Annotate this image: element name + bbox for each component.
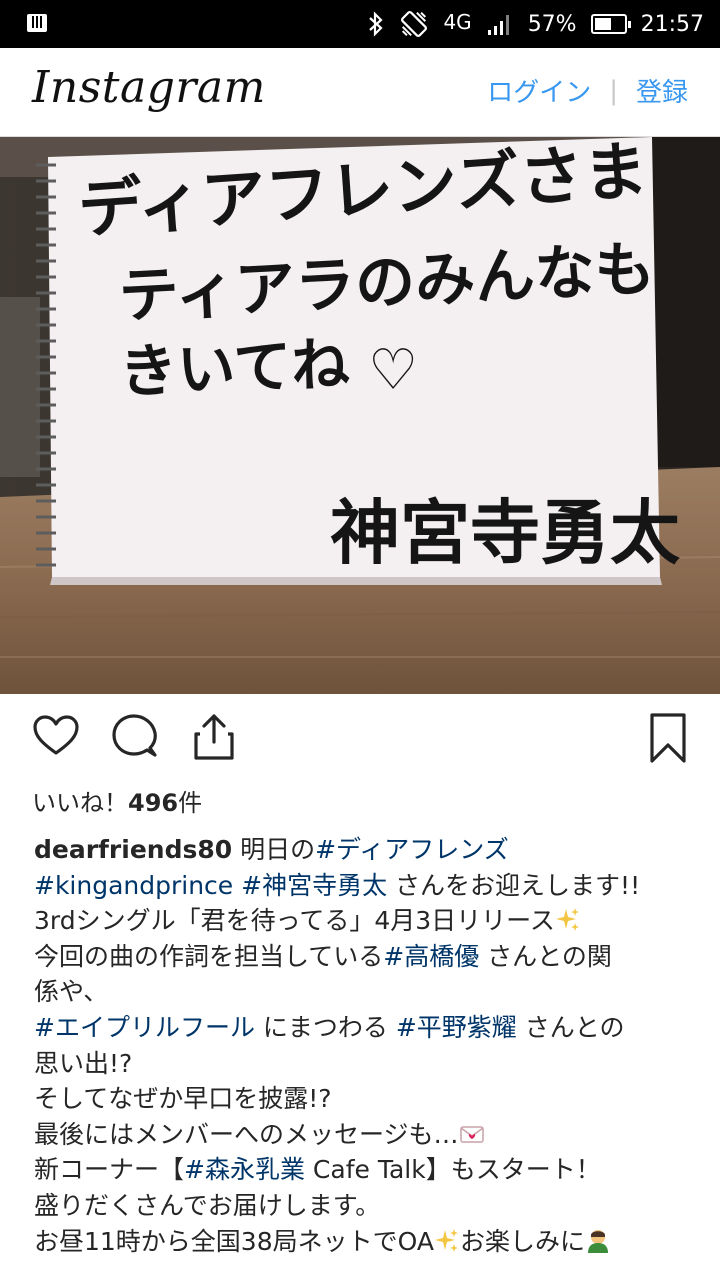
caption-text: さんをお迎えします!! (387, 870, 641, 900)
battery-percent: 57% (527, 11, 577, 37)
caption-text: お楽しみに (459, 1226, 585, 1256)
post-caption: dearfriends80 明日の#ディアフレンズ #kingandprince… (34, 832, 694, 1259)
instagram-logo[interactable]: Instagram (32, 62, 266, 113)
battery-icon (590, 14, 631, 34)
caption-text: Cafe Talk】もスタート！ (304, 1155, 601, 1185)
heart-icon[interactable] (32, 712, 82, 762)
caption-username[interactable]: dearfriends80 (34, 835, 232, 864)
caption-text: 今回の曲の作詞を担当している (34, 941, 384, 971)
man-bowing-emoji (587, 1229, 608, 1253)
bookmark-icon[interactable] (644, 712, 694, 763)
likes-label: いいね！ (32, 789, 128, 817)
app-header: Instagram ログイン | 登録 (0, 48, 720, 137)
caption-text: にまつわる (254, 1012, 396, 1042)
hashtag[interactable]: #エイプリルフール (34, 1013, 255, 1042)
sparkles-emoji (555, 908, 579, 932)
status-bar: 4G 57% 21:57 (0, 0, 720, 48)
network-type: 4G (443, 10, 472, 34)
caption-text: 明日の (232, 835, 316, 864)
signal-icon (486, 12, 514, 36)
hashtag[interactable]: #kingandprince (34, 871, 233, 900)
caption-text: 3rdシングル「君を待ってる」4月3日リリース (34, 906, 555, 936)
notification-icon (26, 12, 48, 34)
likes-number: 496 (128, 789, 179, 817)
bluetooth-icon (367, 11, 385, 37)
hashtag[interactable]: #森永乳業 (184, 1155, 305, 1184)
login-link[interactable]: ログイン (487, 72, 591, 109)
caption-text: 盛りだくさんでお届けします。 (34, 1190, 381, 1220)
handwriting-signature: 神宮寺勇太 (330, 492, 680, 574)
handwriting-heart: ♡ (368, 338, 418, 403)
post-image-illustration: ディアフレンズさま ティアラのみんなも きいてね ♡ 神宮寺勇太 (0, 137, 720, 694)
caption-text: そしてなぜか早口を披露!? (34, 1084, 332, 1114)
share-icon[interactable] (190, 712, 240, 762)
hashtag[interactable]: #ディアフレンズ (315, 835, 509, 864)
comment-icon[interactable] (110, 712, 160, 762)
sparkles-emoji (434, 1228, 458, 1252)
post-image[interactable]: ディアフレンズさま ティアラのみんなも きいてね ♡ 神宮寺勇太 (0, 137, 720, 694)
love-letter-emoji (459, 1126, 484, 1143)
likes-unit: 件 (178, 789, 203, 817)
caption-text: お昼11時から全国38局ネットでOA (34, 1226, 434, 1256)
likes-count[interactable]: いいね！496件 (32, 783, 202, 818)
caption-text: 係や、 (34, 977, 109, 1007)
header-separator: | (609, 75, 618, 106)
caption-text: 最後にはメンバーへのメッセージも… (34, 1119, 459, 1149)
caption-text: さんとの関 (479, 941, 612, 971)
caption-text: 新コーナー【 (34, 1155, 185, 1185)
hashtag[interactable]: #高橋優 (383, 942, 479, 971)
post-action-bar (0, 712, 720, 772)
caption-text: さんとの (516, 1012, 625, 1042)
hashtag[interactable]: #平野紫耀 (396, 1013, 517, 1042)
clock: 21:57 (640, 11, 704, 37)
vibrate-icon (399, 9, 429, 39)
handwriting-line-3: きいてね (118, 330, 350, 406)
hashtag[interactable]: #神宮寺勇太 (241, 871, 387, 900)
caption-text: 思い出!? (34, 1048, 133, 1078)
signup-link[interactable]: 登録 (636, 72, 688, 109)
